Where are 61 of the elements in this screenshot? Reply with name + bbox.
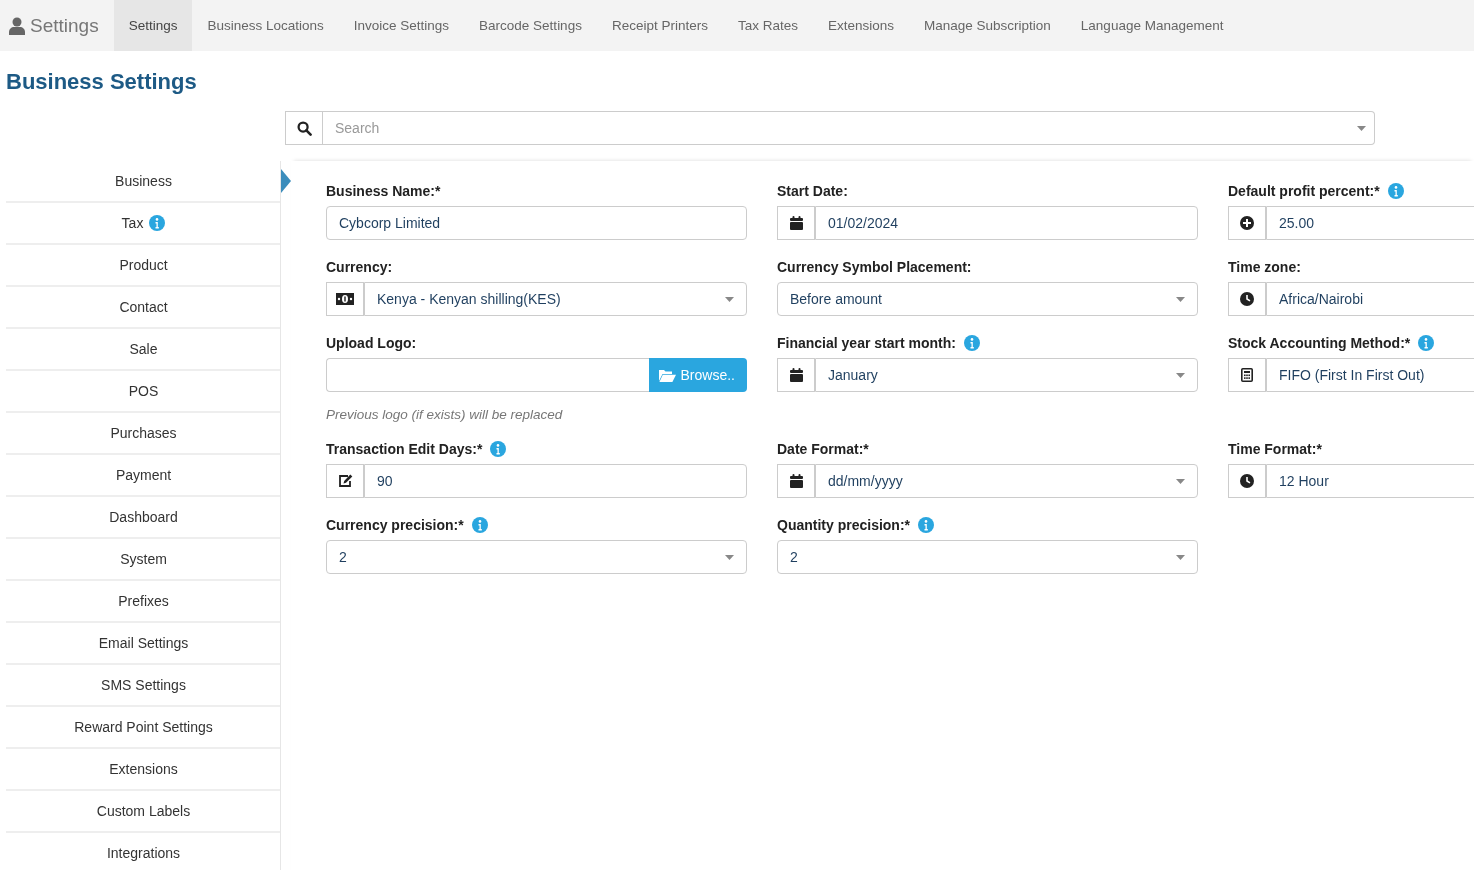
- input-field[interactable]: 90: [364, 464, 747, 498]
- field-label: Currency precision:*: [326, 517, 464, 533]
- field-label: Transaction Edit Days:*: [326, 441, 483, 457]
- dropdown-caret-icon: [725, 554, 734, 560]
- dropdown[interactable]: dd/mm/yyyy: [815, 464, 1198, 498]
- input-field[interactable]: 01/02/2024: [815, 206, 1198, 240]
- file-input-field[interactable]: [326, 358, 649, 392]
- nav-tab[interactable]: Tax Rates: [722, 0, 813, 51]
- dropdown[interactable]: Kenya - Kenyan shilling(KES): [364, 282, 747, 316]
- field-label: Upload Logo:: [326, 335, 417, 351]
- calculator-icon: [1241, 368, 1253, 382]
- dropdown[interactable]: January: [815, 358, 1198, 392]
- sidebar-item[interactable]: Business: [6, 161, 291, 203]
- field-label: Stock Accounting Method:*: [1228, 335, 1411, 351]
- input-field[interactable]: Africa/Nairobi: [1266, 282, 1474, 316]
- dropdown-caret-icon: [725, 296, 734, 302]
- nav-tab[interactable]: Barcode Settings: [464, 0, 597, 51]
- nav-tab[interactable]: Extensions: [812, 0, 909, 51]
- dropdown[interactable]: 2: [777, 540, 1198, 574]
- input-field[interactable]: FIFO (First In First Out): [1266, 358, 1474, 392]
- calendar-icon: [789, 474, 803, 488]
- dropdown-caret-icon: [1176, 372, 1185, 378]
- input-field[interactable]: Cybcorp Limited: [326, 206, 747, 240]
- input-field[interactable]: 12 Hour: [1266, 464, 1474, 498]
- clock-icon: [1240, 292, 1254, 306]
- search-icon: [296, 120, 312, 136]
- field-label: Start Date:: [777, 183, 848, 199]
- nav-tab[interactable]: Language Management: [1065, 0, 1239, 51]
- clock-icon: [1240, 474, 1254, 488]
- field-label: Quantity precision:*: [777, 517, 911, 533]
- calendar-icon: [789, 216, 803, 230]
- field-label: Time Format:*: [1228, 441, 1322, 457]
- nav-tab[interactable]: Settings: [113, 0, 193, 51]
- user-icon: [9, 16, 25, 35]
- help-text: Previous logo (if exists) will be replaced: [326, 407, 564, 422]
- calendar-icon: [789, 368, 803, 382]
- page-title: Business Settings: [6, 69, 197, 95]
- dropdown-caret-icon: [1176, 554, 1185, 560]
- dropdown-caret-icon: [1176, 478, 1185, 484]
- app-title: Settings: [30, 14, 99, 37]
- field-label: Currency:: [326, 259, 393, 275]
- folder-icon: [658, 368, 676, 382]
- dropdown[interactable]: 2: [326, 540, 747, 574]
- nav-tab[interactable]: Invoice Settings: [338, 0, 465, 51]
- dropdown-caret-icon: [1176, 296, 1185, 302]
- field-label: Currency Symbol Placement:: [777, 259, 972, 275]
- field-label: Business Name:*: [326, 183, 441, 199]
- plus-circle-icon: [1240, 216, 1254, 230]
- input-field[interactable]: 25.00: [1266, 206, 1474, 240]
- nav-tab[interactable]: Business Locations: [192, 0, 339, 51]
- money-icon: [336, 293, 354, 305]
- dropdown[interactable]: Before amount: [777, 282, 1198, 316]
- field-label: Financial year start month:: [777, 335, 956, 351]
- edit-icon: [337, 474, 353, 488]
- field-label: Default profit percent:*: [1228, 183, 1380, 199]
- nav-tab[interactable]: Manage Subscription: [909, 0, 1066, 51]
- field-label: Date Format:*: [777, 441, 869, 457]
- search-button[interactable]: [285, 111, 323, 145]
- field-label: Time zone:: [1228, 259, 1301, 275]
- dropdown-caret-icon: [1357, 125, 1366, 131]
- nav-tab[interactable]: Receipt Printers: [596, 0, 723, 51]
